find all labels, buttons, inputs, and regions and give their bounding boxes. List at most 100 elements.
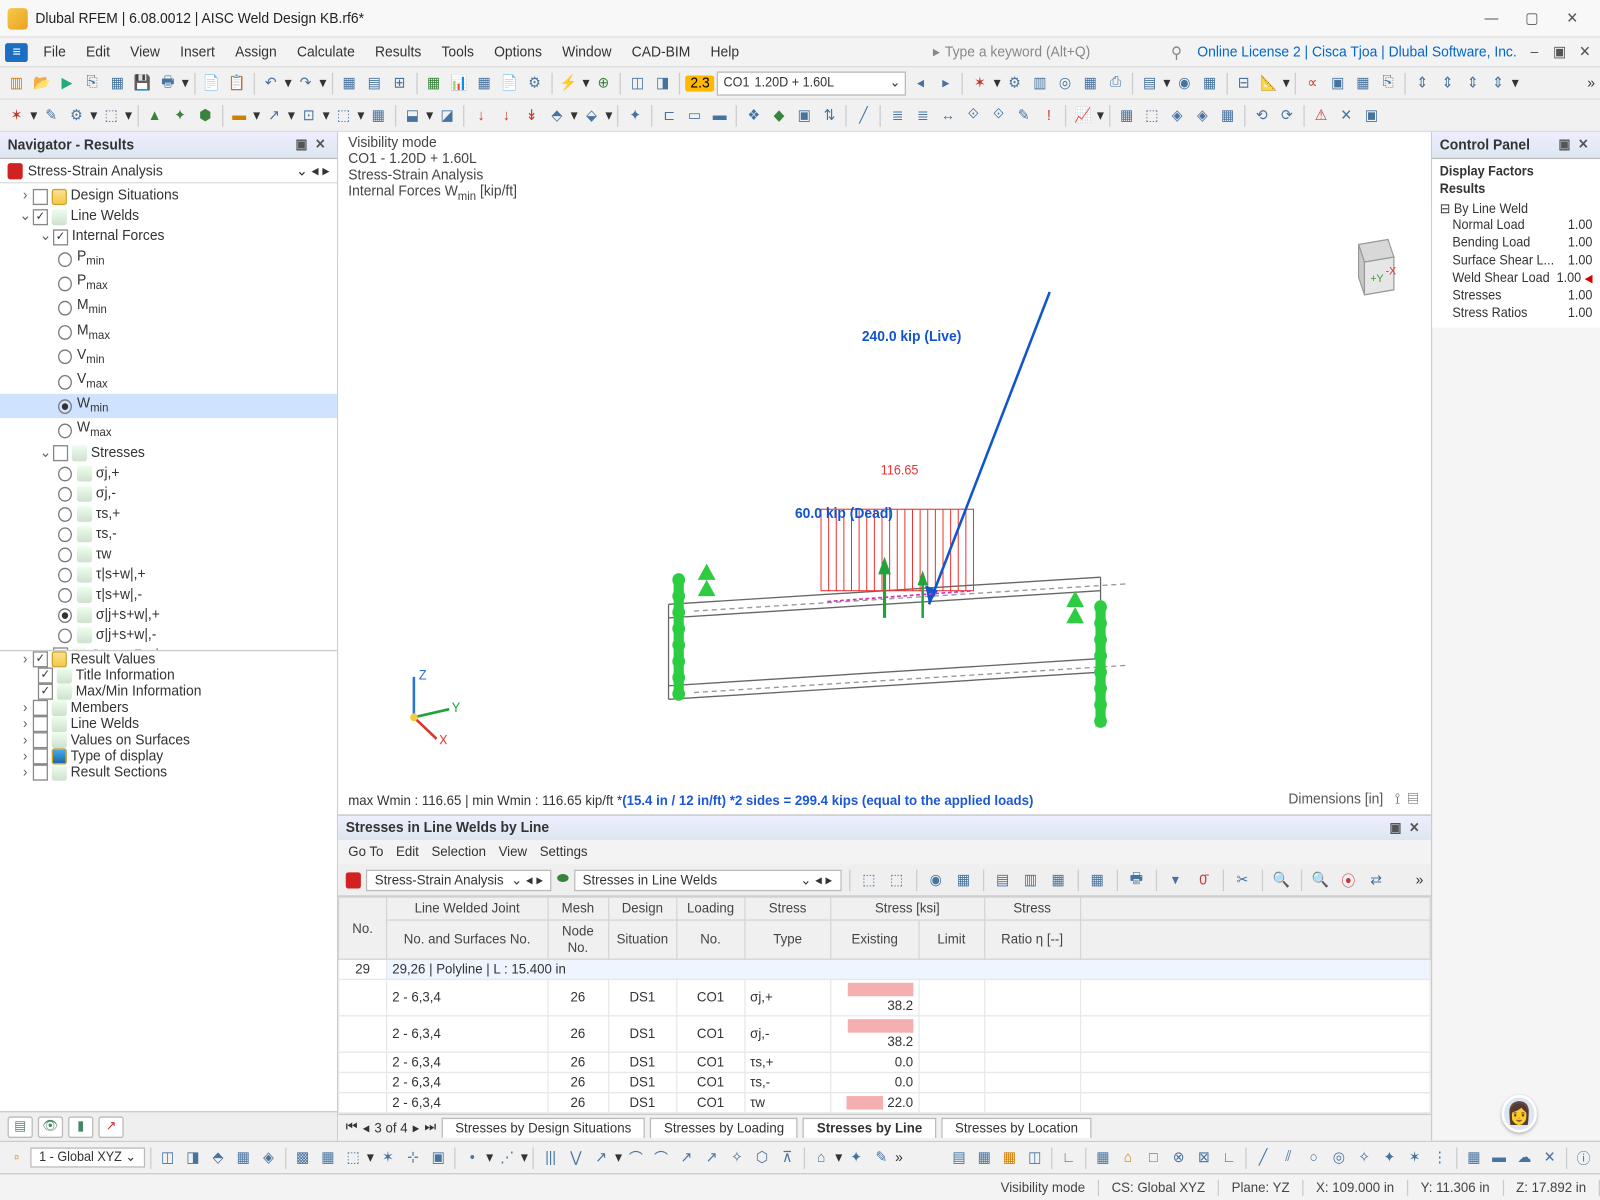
t2b-icon[interactable]: ✎ <box>40 103 63 127</box>
table-combo2[interactable]: Stresses in Line Welds⌄ ◂ ▸ <box>574 869 841 891</box>
bb9-icon[interactable]: ⬚ <box>342 1145 365 1169</box>
bb14-icon[interactable]: ⋰ <box>496 1145 519 1169</box>
table-icon[interactable]: ▦ <box>473 71 496 95</box>
node-s3[interactable]: τs,+ <box>0 504 337 524</box>
bb19-icon[interactable]: ⌒ <box>650 1145 673 1169</box>
col-joint[interactable]: Line Welded Joint <box>387 897 548 920</box>
t2ad-icon[interactable]: ≣ <box>911 103 934 127</box>
t2g-icon[interactable]: ⬢ <box>194 103 217 127</box>
tt12-icon[interactable]: ✂ <box>1231 868 1254 892</box>
bb26-icon[interactable]: ✦ <box>845 1145 868 1169</box>
col-stresstype[interactable]: Stress <box>745 897 831 920</box>
tt7-icon[interactable]: ▦ <box>1047 868 1070 892</box>
bb29-icon[interactable]: ▦ <box>973 1145 996 1169</box>
node-s6[interactable]: τ|s+w|,+ <box>0 564 337 584</box>
bb5-icon[interactable]: ▦ <box>232 1145 255 1169</box>
run-icon[interactable]: ▦ <box>422 71 445 95</box>
t2d-icon[interactable]: ⬚ <box>100 103 123 127</box>
h-icon[interactable]: ⊟ <box>1232 71 1255 95</box>
t2z-icon[interactable]: ▣ <box>793 103 816 127</box>
ln-members[interactable]: ›Members <box>0 699 337 715</box>
node-s4[interactable]: τs,- <box>0 524 337 544</box>
tt1-icon[interactable]: ⬚ <box>857 868 880 892</box>
inner-restore[interactable]: ▣ <box>1550 37 1570 67</box>
t2al-icon[interactable]: ⬚ <box>1140 103 1163 127</box>
m-icon[interactable]: ⎘ <box>1377 71 1400 95</box>
bb47-icon[interactable]: ▦ <box>1462 1145 1485 1169</box>
bb6-icon[interactable]: ◈ <box>257 1145 280 1169</box>
orientation-cube-icon[interactable]: +Y -X <box>1335 232 1406 308</box>
bb44-icon[interactable]: ✦ <box>1378 1145 1401 1169</box>
t2a-icon[interactable]: ✶ <box>5 103 28 127</box>
maximize-button[interactable]: ▢ <box>1512 3 1552 33</box>
tm-sel[interactable]: Selection <box>431 844 486 860</box>
doc2-icon[interactable]: 📋 <box>225 71 248 95</box>
ln-surfaces[interactable]: ›Values on Surfaces <box>0 731 337 747</box>
load-combo[interactable]: CO1 1.20D + 1.60L ⌄ <box>717 71 906 95</box>
save-icon[interactable]: ▶ <box>56 71 79 95</box>
tt3-icon[interactable]: ◉ <box>924 868 947 892</box>
bb2-icon[interactable]: ◫ <box>156 1145 179 1169</box>
node-line-welds[interactable]: ⌄Line Welds <box>0 206 337 226</box>
next-icon[interactable]: ▸ <box>934 71 957 95</box>
col-loading[interactable]: Loading <box>677 897 745 920</box>
node-wmax[interactable]: Wmax <box>0 418 337 443</box>
node-s9[interactable]: σ|j+s+w|,- <box>0 625 337 645</box>
tt6-icon[interactable]: ▥ <box>1019 868 1042 892</box>
res2-icon[interactable]: ◨ <box>651 71 674 95</box>
node-pmin[interactable]: Pmin <box>0 247 337 272</box>
3d-viewport[interactable]: 240.0 kip (Live) 60.0 kip (Dead) 116.65 … <box>338 205 1431 814</box>
license-label[interactable]: Online License 2 | Cisca Tjoa | Dlubal S… <box>1190 44 1525 60</box>
ln-linewelds[interactable]: ›Line Welds <box>0 715 337 731</box>
tt16-icon[interactable]: ⇄ <box>1365 868 1388 892</box>
tt5-icon[interactable]: ▤ <box>991 868 1014 892</box>
t2u-icon[interactable]: ⊏ <box>658 103 681 127</box>
layout-icon[interactable]: ⊞ <box>388 71 411 95</box>
t2f-icon[interactable]: ✦ <box>169 103 192 127</box>
node-vmax[interactable]: Vmax <box>0 369 337 394</box>
app-menu-icon[interactable]: ≡ <box>5 42 28 61</box>
table-combo1[interactable]: Stress-Strain Analysis⌄ ◂ ▸ <box>366 869 552 891</box>
t2x-icon[interactable]: ❖ <box>742 103 765 127</box>
t2ak-icon[interactable]: ▦ <box>1115 103 1138 127</box>
table-body[interactable]: No. Line Welded Joint Mesh Design Loadin… <box>338 897 1431 1114</box>
col-design[interactable]: Design <box>608 897 676 920</box>
bb11-icon[interactable]: ⊹ <box>402 1145 425 1169</box>
j-icon[interactable]: ∝ <box>1301 71 1324 95</box>
tm-view[interactable]: View <box>499 844 527 860</box>
grid1-icon[interactable]: ▦ <box>338 71 361 95</box>
t2ap-icon[interactable]: ⟲ <box>1250 103 1273 127</box>
bb28-icon[interactable]: ▤ <box>948 1145 971 1169</box>
t2ah-icon[interactable]: ✎ <box>1012 103 1035 127</box>
tm-goto[interactable]: Go To <box>348 844 383 860</box>
print-icon[interactable]: 🖶 <box>156 71 179 95</box>
ln-result-values[interactable]: ›Result Values <box>0 651 337 667</box>
user-avatar[interactable]: 👩 <box>1502 1095 1537 1133</box>
bb23-icon[interactable]: ⬡ <box>751 1145 774 1169</box>
t2m-icon[interactable]: ⬓ <box>401 103 424 127</box>
redo-icon[interactable]: ↷ <box>294 71 317 95</box>
tp-close-icon[interactable]: ✕ <box>1405 820 1423 835</box>
nav-combo[interactable]: Stress-Strain Analysis ⌄ ◂ ▸ <box>0 159 337 183</box>
f-icon[interactable]: ◉ <box>1173 71 1196 95</box>
bb20-icon[interactable]: ↗ <box>675 1145 698 1169</box>
tm-set[interactable]: Settings <box>540 844 588 860</box>
bb10-icon[interactable]: ✶ <box>376 1145 399 1169</box>
t2e-icon[interactable]: ▲ <box>143 103 166 127</box>
panel-close-icon[interactable]: ✕ <box>311 138 329 153</box>
col-stress-ksi[interactable]: Stress [ksi] <box>831 897 984 920</box>
bb39-icon[interactable]: ╱ <box>1252 1145 1275 1169</box>
bb33-icon[interactable]: ▦ <box>1091 1145 1114 1169</box>
n4-icon[interactable]: ⇕ <box>1487 71 1510 95</box>
t2ab-icon[interactable]: ╱ <box>852 103 875 127</box>
bb50-icon[interactable]: ✕ <box>1538 1145 1561 1169</box>
t2at-icon[interactable]: ▣ <box>1360 103 1383 127</box>
bb48-icon[interactable]: ▬ <box>1488 1145 1511 1169</box>
bb34-icon[interactable]: ⌂ <box>1117 1145 1140 1169</box>
bb25-icon[interactable]: ⌂ <box>810 1145 833 1169</box>
node-s5[interactable]: τw <box>0 544 337 564</box>
bb13-icon[interactable]: • <box>461 1145 484 1169</box>
inner-minimize[interactable]: – <box>1524 37 1544 67</box>
menu-file[interactable]: File <box>33 41 76 63</box>
menu-cadbim[interactable]: CAD-BIM <box>622 41 701 63</box>
